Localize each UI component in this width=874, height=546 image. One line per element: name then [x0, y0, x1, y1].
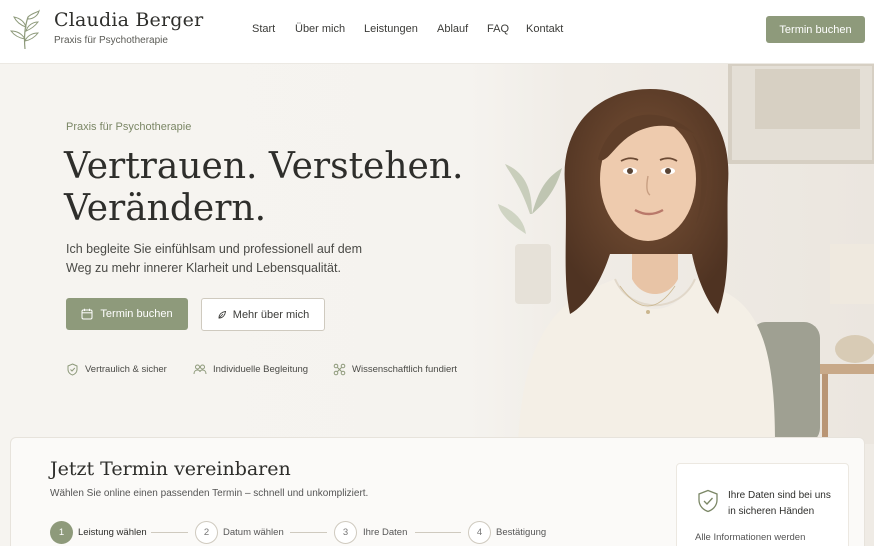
- booking-card: Jetzt Termin vereinbaren Wählen Sie onli…: [10, 437, 865, 546]
- nav-item-ueber-mich[interactable]: Über mich: [295, 23, 345, 35]
- more-about-me-label: Mehr über mich: [232, 308, 310, 321]
- step-connector: [151, 532, 188, 533]
- book-appointment-button[interactable]: Termin buchen: [66, 298, 188, 330]
- therapist-portrait-image: [470, 64, 874, 444]
- booking-subtitle: Wählen Sie online einen passenden Termin…: [50, 488, 369, 499]
- book-appointment-label: Termin buchen: [100, 308, 173, 320]
- brand-subtitle: Praxis für Psychotherapie: [54, 35, 168, 46]
- brand-name[interactable]: Claudia Berger: [54, 9, 203, 31]
- site-header: Claudia Berger Praxis für Psychotherapie…: [0, 0, 874, 64]
- more-about-me-button[interactable]: Mehr über mich: [201, 298, 325, 331]
- feature-label: Vertraulich & sicher: [85, 364, 167, 375]
- feature-individual: Individuelle Begleitung: [193, 363, 308, 376]
- step-connector: [415, 532, 461, 533]
- feature-label: Wissenschaftlich fundiert: [352, 364, 458, 375]
- hero-title-line-1: Vertrauen. Verstehen.: [64, 146, 464, 187]
- privacy-text: Alle Informationen werden: [695, 532, 806, 543]
- nav-item-start[interactable]: Start: [252, 23, 275, 35]
- leaf-logo-icon: [9, 9, 40, 50]
- step-4-label[interactable]: Bestätigung: [496, 527, 546, 538]
- nav-item-ablauf[interactable]: Ablauf: [437, 23, 468, 35]
- hero-description: Ich begleite Sie einfühlsam und professi…: [66, 242, 363, 275]
- hero-title: Vertrauen. Verstehen. Verändern.: [64, 146, 464, 230]
- step-2-circle[interactable]: 2: [195, 521, 218, 544]
- header-book-appointment-button[interactable]: Termin buchen: [766, 16, 865, 43]
- molecule-icon: [333, 363, 346, 376]
- nav-item-kontakt[interactable]: Kontakt: [526, 23, 563, 35]
- feature-label: Individuelle Begleitung: [213, 364, 309, 375]
- nav-item-leistungen[interactable]: Leistungen: [364, 23, 418, 35]
- nav-item-faq[interactable]: FAQ: [487, 23, 509, 35]
- step-2-label[interactable]: Datum wählen: [223, 527, 284, 538]
- privacy-title: Ihre Daten sind bei uns in sicheren Händ…: [728, 490, 831, 517]
- step-3-label[interactable]: Ihre Daten: [363, 527, 407, 538]
- feature-confidential: Vertraulich & sicher: [66, 363, 167, 376]
- shield-icon: [67, 363, 78, 376]
- hero-kicker: Praxis für Psychotherapie: [66, 121, 192, 133]
- booking-title: Jetzt Termin vereinbaren: [50, 458, 291, 480]
- step-connector: [290, 532, 327, 533]
- privacy-box: Ihre Daten sind bei uns in sicheren Händ…: [676, 463, 849, 546]
- shield-check-icon: [698, 489, 718, 513]
- hero-title-line-2: Verändern.: [64, 188, 267, 229]
- feature-scientific: Wissenschaftlich fundiert: [333, 363, 457, 376]
- leaf-icon: [218, 310, 226, 318]
- step-3-circle[interactable]: 3: [334, 521, 357, 544]
- step-1-circle[interactable]: 1: [50, 521, 73, 544]
- step-4-circle[interactable]: 4: [468, 521, 491, 544]
- people-icon: [193, 364, 207, 375]
- step-1-label[interactable]: Leistung wählen: [78, 527, 147, 538]
- calendar-icon: [81, 308, 93, 320]
